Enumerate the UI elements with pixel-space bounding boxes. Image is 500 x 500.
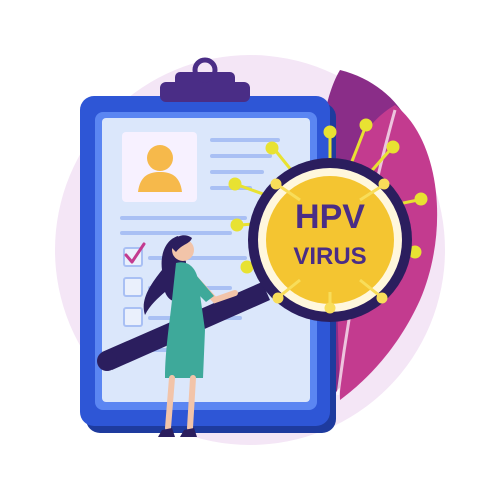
- magnifier-lens: HPV VIRUS: [248, 158, 412, 322]
- virus-label-hpv: HPV: [295, 198, 365, 236]
- checkbox-2: [123, 277, 143, 297]
- virus-label-virus: VIRUS: [293, 243, 366, 270]
- checklist: [123, 242, 146, 327]
- hpv-illustration: HPV VIRUS: [55, 55, 445, 445]
- checkbox-3: [123, 307, 143, 327]
- virus-body: [266, 176, 394, 304]
